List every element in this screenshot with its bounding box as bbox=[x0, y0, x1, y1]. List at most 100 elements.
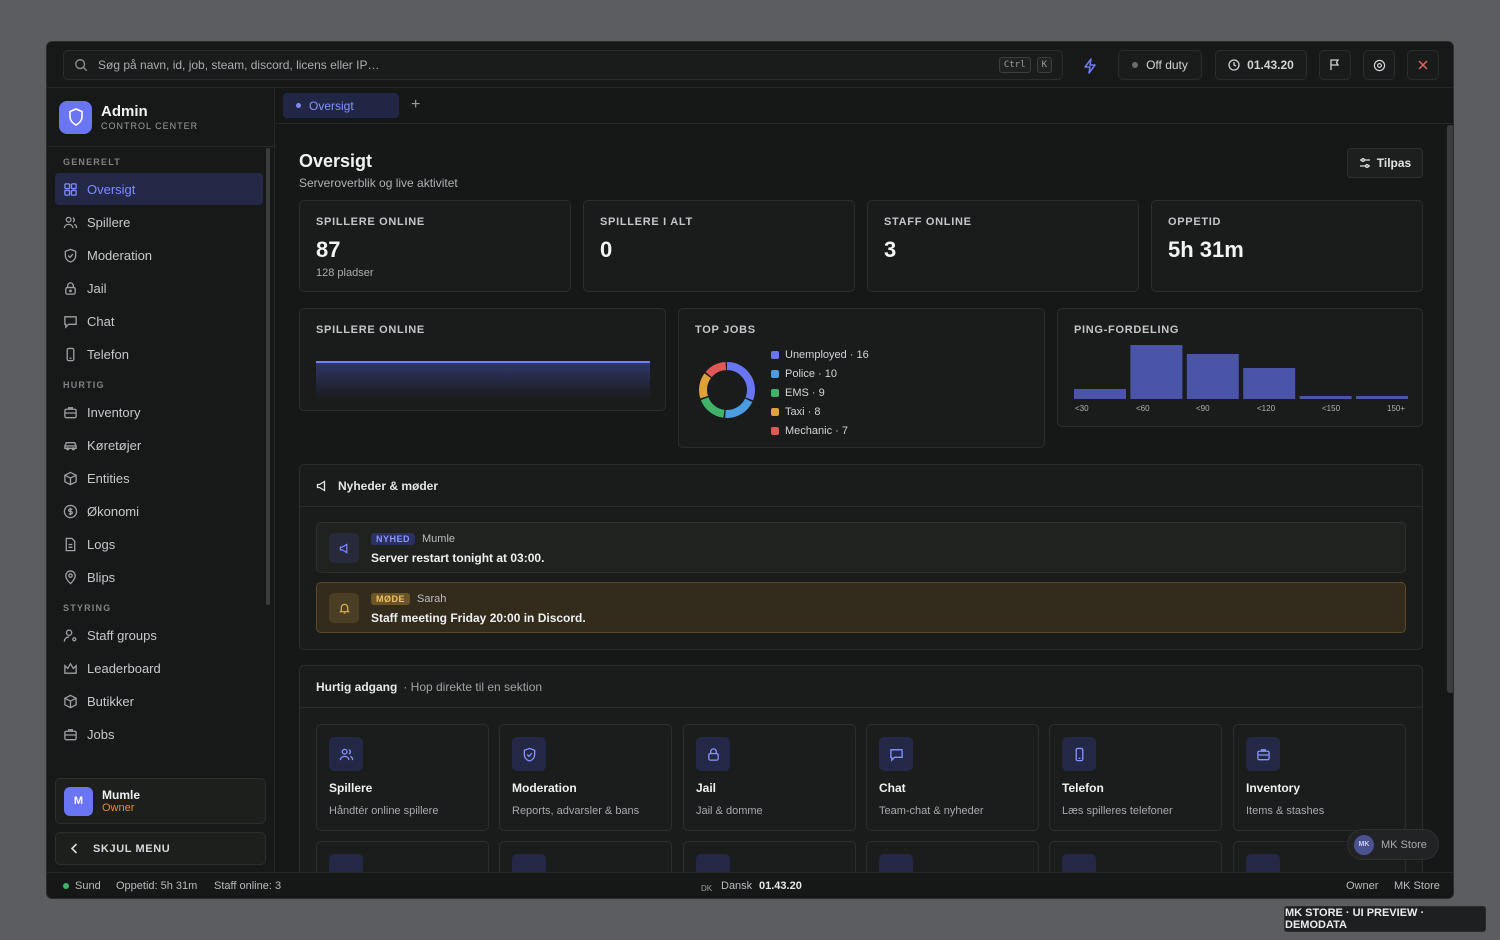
legend-label: Mechanic · 7 bbox=[785, 424, 848, 437]
quick-card-row2[interactable] bbox=[316, 841, 489, 874]
duty-toggle-button[interactable]: Off duty bbox=[1118, 50, 1202, 80]
main-scrollbar[interactable] bbox=[1447, 125, 1453, 693]
hide-menu-button[interactable]: SKJUL MENU bbox=[55, 832, 266, 865]
jobs-legend: Unemployed · 16 Police · 10 EMS · 9 Taxi… bbox=[771, 345, 869, 440]
quick-card-jail[interactable]: Jail Jail & domme bbox=[683, 724, 856, 831]
news-item[interactable]: NYHED Mumle Server restart tonight at 03… bbox=[316, 522, 1406, 573]
sidebar-item-moderation[interactable]: Moderation bbox=[55, 239, 263, 271]
news-text: Server restart tonight at 03:00. bbox=[371, 551, 545, 565]
mk-store-badge[interactable]: MK MK Store bbox=[1347, 829, 1439, 860]
quick-card-row2[interactable] bbox=[866, 841, 1039, 874]
quick-card-title: Telefon bbox=[1062, 781, 1104, 795]
flag-icon bbox=[1330, 59, 1340, 70]
sidebar-item-oversigt[interactable]: Oversigt bbox=[55, 173, 263, 205]
ping-tick: 150+ bbox=[1387, 404, 1406, 413]
tab-oversigt[interactable]: Oversigt bbox=[283, 93, 399, 118]
legend-item: Mechanic · 7 bbox=[771, 421, 869, 440]
briefcase-icon bbox=[1246, 737, 1280, 771]
sliders-icon bbox=[1359, 158, 1370, 168]
sidebar-item-okonomi[interactable]: Økonomi bbox=[55, 495, 263, 527]
mk-store-label: MK Store bbox=[1381, 838, 1427, 851]
dollar-icon bbox=[63, 504, 78, 518]
stat-card-players-online: SPILLERE ONLINE 87 128 pladser bbox=[299, 200, 571, 292]
quick-card-telefon[interactable]: Telefon Læs spilleres telefoner bbox=[1049, 724, 1222, 831]
stat-label: SPILLERE ONLINE bbox=[316, 216, 425, 228]
close-icon bbox=[1418, 60, 1428, 70]
quick-card-sub: Læs spilleres telefoner bbox=[1062, 805, 1173, 817]
preview-watermark: MK STORE · UI PREVIEW · DEMODATA bbox=[1284, 906, 1486, 932]
top-bar: Søg på navn, id, job, steam, discord, li… bbox=[47, 42, 1453, 88]
legend-swatch bbox=[771, 388, 779, 397]
health-dot-icon bbox=[63, 883, 69, 889]
stat-sub: 128 pladser bbox=[316, 267, 374, 279]
top-jobs-widget: TOP JOBS Unemployed · 16 Police · 10 EMS… bbox=[678, 308, 1045, 448]
news-badge: NYHED bbox=[371, 533, 416, 545]
shield-icon bbox=[64, 248, 77, 263]
brand-title: Admin bbox=[101, 103, 148, 120]
sidebar-item-label: Økonomi bbox=[87, 503, 140, 519]
stat-card-staff-online: STAFF ONLINE 3 bbox=[867, 200, 1139, 292]
legend-item: Police · 10 bbox=[771, 364, 869, 383]
sidebar-item-butikker[interactable]: Butikker bbox=[55, 685, 263, 717]
meeting-item[interactable]: MØDE Sarah Staff meeting Friday 20:00 in… bbox=[316, 582, 1406, 633]
sidebar-item-blips[interactable]: Blips bbox=[55, 561, 263, 593]
players-sparkline bbox=[316, 361, 650, 399]
file-icon bbox=[65, 537, 76, 551]
sidebar-item-jobs[interactable]: Jobs bbox=[55, 718, 263, 750]
ping-distribution-widget: PING-FORDELING <30 <60 <90 <120 <150 150… bbox=[1057, 308, 1423, 427]
dollar-icon bbox=[696, 854, 730, 874]
sidebar-item-koretojer[interactable]: Køretøjer bbox=[55, 429, 263, 461]
sidebar-item-inventory[interactable]: Inventory bbox=[55, 396, 263, 428]
quick-card-row2[interactable] bbox=[1049, 841, 1222, 874]
user-cog-icon bbox=[63, 628, 77, 642]
legend-label: Unemployed · 16 bbox=[785, 348, 869, 361]
quick-access-title: Hurtig adgang bbox=[316, 680, 398, 694]
bolt-icon[interactable] bbox=[1077, 55, 1103, 77]
status-uptime: Oppetid: 5h 31m bbox=[116, 880, 198, 892]
sidebar-item-leaderboard[interactable]: Leaderboard bbox=[55, 652, 263, 684]
stat-label: STAFF ONLINE bbox=[884, 216, 972, 228]
quick-card-spillere[interactable]: Spillere Håndtér online spillere bbox=[316, 724, 489, 831]
quick-card-inventory[interactable]: Inventory Items & stashes bbox=[1233, 724, 1406, 831]
quick-card-row2[interactable] bbox=[499, 841, 672, 874]
quick-card-row2[interactable] bbox=[683, 841, 856, 874]
lock-icon bbox=[696, 737, 730, 771]
tab-bar: Oversigt + bbox=[276, 88, 1453, 124]
target-button[interactable] bbox=[1363, 50, 1395, 80]
cube-icon bbox=[64, 694, 77, 708]
user-card[interactable]: M Mumle Owner bbox=[55, 778, 266, 824]
car-icon bbox=[329, 854, 363, 874]
sidebar-item-staff-groups[interactable]: Staff groups bbox=[55, 619, 263, 651]
news-meta: MØDE Sarah bbox=[371, 593, 446, 605]
sidebar-item-jail[interactable]: Jail bbox=[55, 272, 263, 304]
stat-value: 5h 31m bbox=[1168, 237, 1244, 262]
widget-label: TOP JOBS bbox=[695, 324, 756, 336]
close-button[interactable] bbox=[1407, 50, 1439, 80]
sidebar-item-spillere[interactable]: Spillere bbox=[55, 206, 263, 238]
sidebar-scrollbar[interactable] bbox=[266, 148, 270, 605]
tab-label: Oversigt bbox=[309, 98, 354, 113]
news-meta: NYHED Mumle bbox=[371, 533, 455, 545]
brand-subtitle: CONTROL CENTER bbox=[101, 121, 199, 131]
customize-button[interactable]: Tilpas bbox=[1347, 148, 1423, 178]
quick-access-subtitle: · Hop direkte til en sektion bbox=[403, 680, 543, 694]
quick-card-chat[interactable]: Chat Team-chat & nyheder bbox=[866, 724, 1039, 831]
quick-card-sub: Håndtér online spillere bbox=[329, 805, 439, 817]
status-language[interactable]: Dansk bbox=[721, 880, 752, 892]
stat-value: 87 bbox=[316, 237, 341, 262]
ping-bar bbox=[1130, 345, 1183, 399]
flag-button[interactable] bbox=[1319, 50, 1351, 80]
quick-card-moderation[interactable]: Moderation Reports, advarsler & bans bbox=[499, 724, 672, 831]
ping-tick: <60 bbox=[1136, 404, 1150, 413]
user-name: Mumle bbox=[102, 788, 141, 802]
search-input[interactable]: Søg på navn, id, job, steam, discord, li… bbox=[63, 50, 1063, 80]
stat-card-players-total: SPILLERE I ALT 0 bbox=[583, 200, 855, 292]
ping-tick: <120 bbox=[1257, 404, 1276, 413]
sidebar-item-entities[interactable]: Entities bbox=[55, 462, 263, 494]
sidebar-item-telefon[interactable]: Telefon bbox=[55, 338, 263, 370]
sidebar-item-logs[interactable]: Logs bbox=[55, 528, 263, 560]
add-tab-button[interactable]: + bbox=[411, 96, 420, 114]
sidebar-item-chat[interactable]: Chat bbox=[55, 305, 263, 337]
stat-value: 3 bbox=[884, 237, 897, 262]
briefcase-icon bbox=[64, 406, 77, 418]
